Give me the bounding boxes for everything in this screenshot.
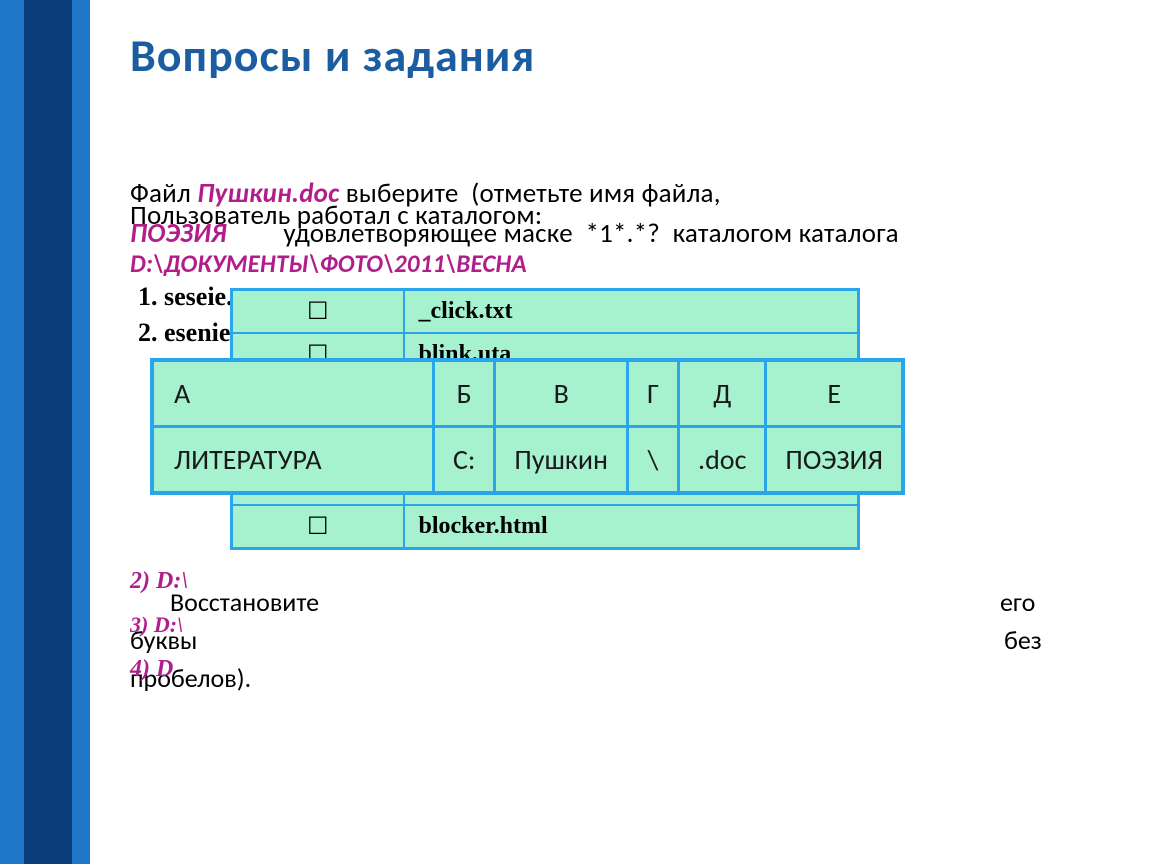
file-name: _click.txt — [404, 290, 859, 334]
answer-header: Е — [766, 360, 903, 427]
bg-path: D:\ДОКУМЕНТЫ\ФОТО\2011\ВЕСНА — [130, 248, 527, 279]
bg-text: удовлетворяющее маске *1*.*? каталогом к… — [227, 217, 899, 250]
answer-table: А Б В Г Д Е ЛИТЕРАТУРА C: Пушкин \ .doc … — [150, 358, 905, 495]
answer-header: В — [495, 360, 628, 427]
bg-word: Восстановите — [170, 586, 319, 618]
file-name: blocker.html — [404, 505, 859, 549]
answer-cell: Пушкин — [495, 427, 628, 494]
answer-cell: \ — [628, 427, 679, 494]
list-number: 4) D — [130, 656, 173, 683]
checkbox-cell[interactable]: ☐ — [232, 290, 404, 334]
answer-header: А — [152, 360, 434, 427]
list-number: 2) D:\ — [130, 568, 188, 595]
bg-text-highlight: ПОЭЗИЯ — [130, 217, 227, 250]
answer-cell: .doc — [679, 427, 766, 494]
answer-cell: ПОЭЗИЯ — [766, 427, 903, 494]
answer-header: Б — [434, 360, 495, 427]
answer-cell: ЛИТЕРАТУРА — [152, 427, 434, 494]
slide-sidebar-accent — [24, 0, 72, 864]
bg-word: без — [1004, 624, 1042, 656]
answer-header: Д — [679, 360, 766, 427]
bg-word: его — [1000, 586, 1035, 618]
slide-title: Вопросы и задания — [130, 28, 535, 84]
answer-header: Г — [628, 360, 679, 427]
answer-cell: C: — [434, 427, 495, 494]
checkbox-cell[interactable]: ☐ — [232, 505, 404, 549]
list-number: 3) D:\ — [130, 612, 183, 638]
